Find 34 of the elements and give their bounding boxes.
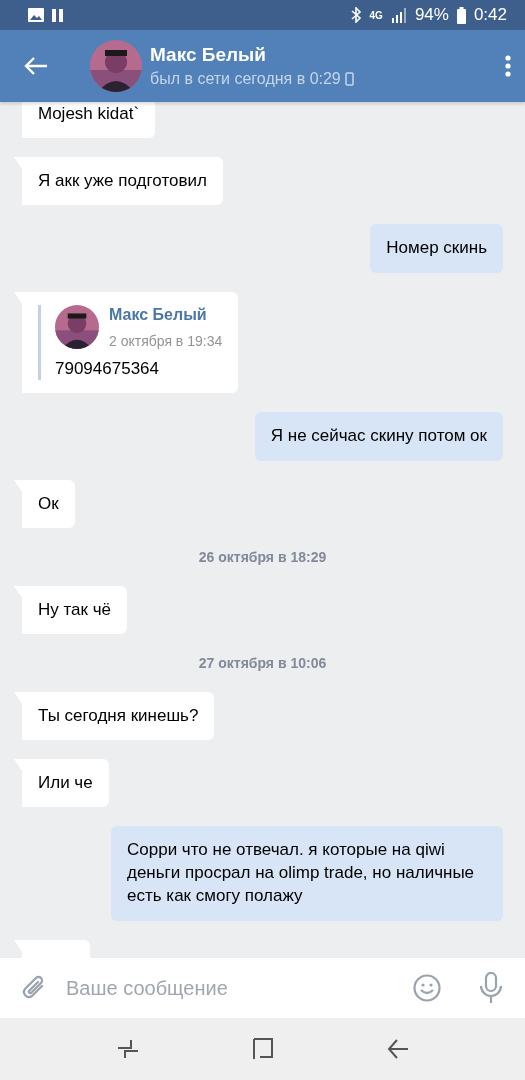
sender-avatar (55, 305, 99, 350)
sender-name[interactable]: Макс Белый (109, 304, 223, 326)
recent-apps-icon[interactable] (116, 1038, 139, 1060)
outgoing-message: Номер скинь (370, 223, 503, 273)
incoming-message: Я акк уже подготовил (14, 156, 223, 205)
incoming-message: Ок (14, 479, 75, 528)
network-type: 4G (369, 9, 383, 21)
outgoing-message: Сорри что не отвечал. я которые на qiwi деньги просрал на olimp trade, но наличные есть как смогу полажу (111, 826, 503, 921)
menu-icon[interactable] (505, 55, 511, 77)
phone-icon (344, 72, 354, 86)
date-separator: 27 октября в 10:06 (198, 655, 327, 671)
message-date: 2 октября в 19:34 (109, 331, 223, 350)
signal-icon (390, 7, 407, 23)
date-separator: 26 октября в 18:29 (198, 548, 327, 565)
message-text: 79094675364 (55, 357, 160, 380)
bluetooth-icon (350, 7, 362, 23)
incoming-message: Ну так чё (14, 585, 128, 634)
incoming-message: Ты сегодня кинешь? (14, 692, 215, 741)
battery-icon (456, 6, 466, 24)
contact-name: Макс Белый (150, 44, 267, 66)
clock: 0:42 (473, 5, 507, 25)
battery-percent: 94% (414, 5, 449, 25)
microphone-icon[interactable] (479, 972, 503, 1004)
home-icon[interactable] (251, 1037, 274, 1061)
pause-icon (52, 8, 64, 22)
image-icon (28, 8, 44, 22)
message-input[interactable]: Ваше сообщение (64, 975, 397, 1001)
last-seen-text: был в сети сегодня в 0:29 (150, 70, 341, 88)
incoming-message: Или че (14, 759, 109, 808)
outgoing-message: Я не сейчас скину потом ок (254, 411, 503, 461)
contact-avatar (90, 40, 142, 92)
back-icon[interactable] (386, 1038, 409, 1060)
message-composer[interactable]: Ваше сообщение (0, 958, 525, 1018)
smiley-icon[interactable] (413, 974, 441, 1002)
